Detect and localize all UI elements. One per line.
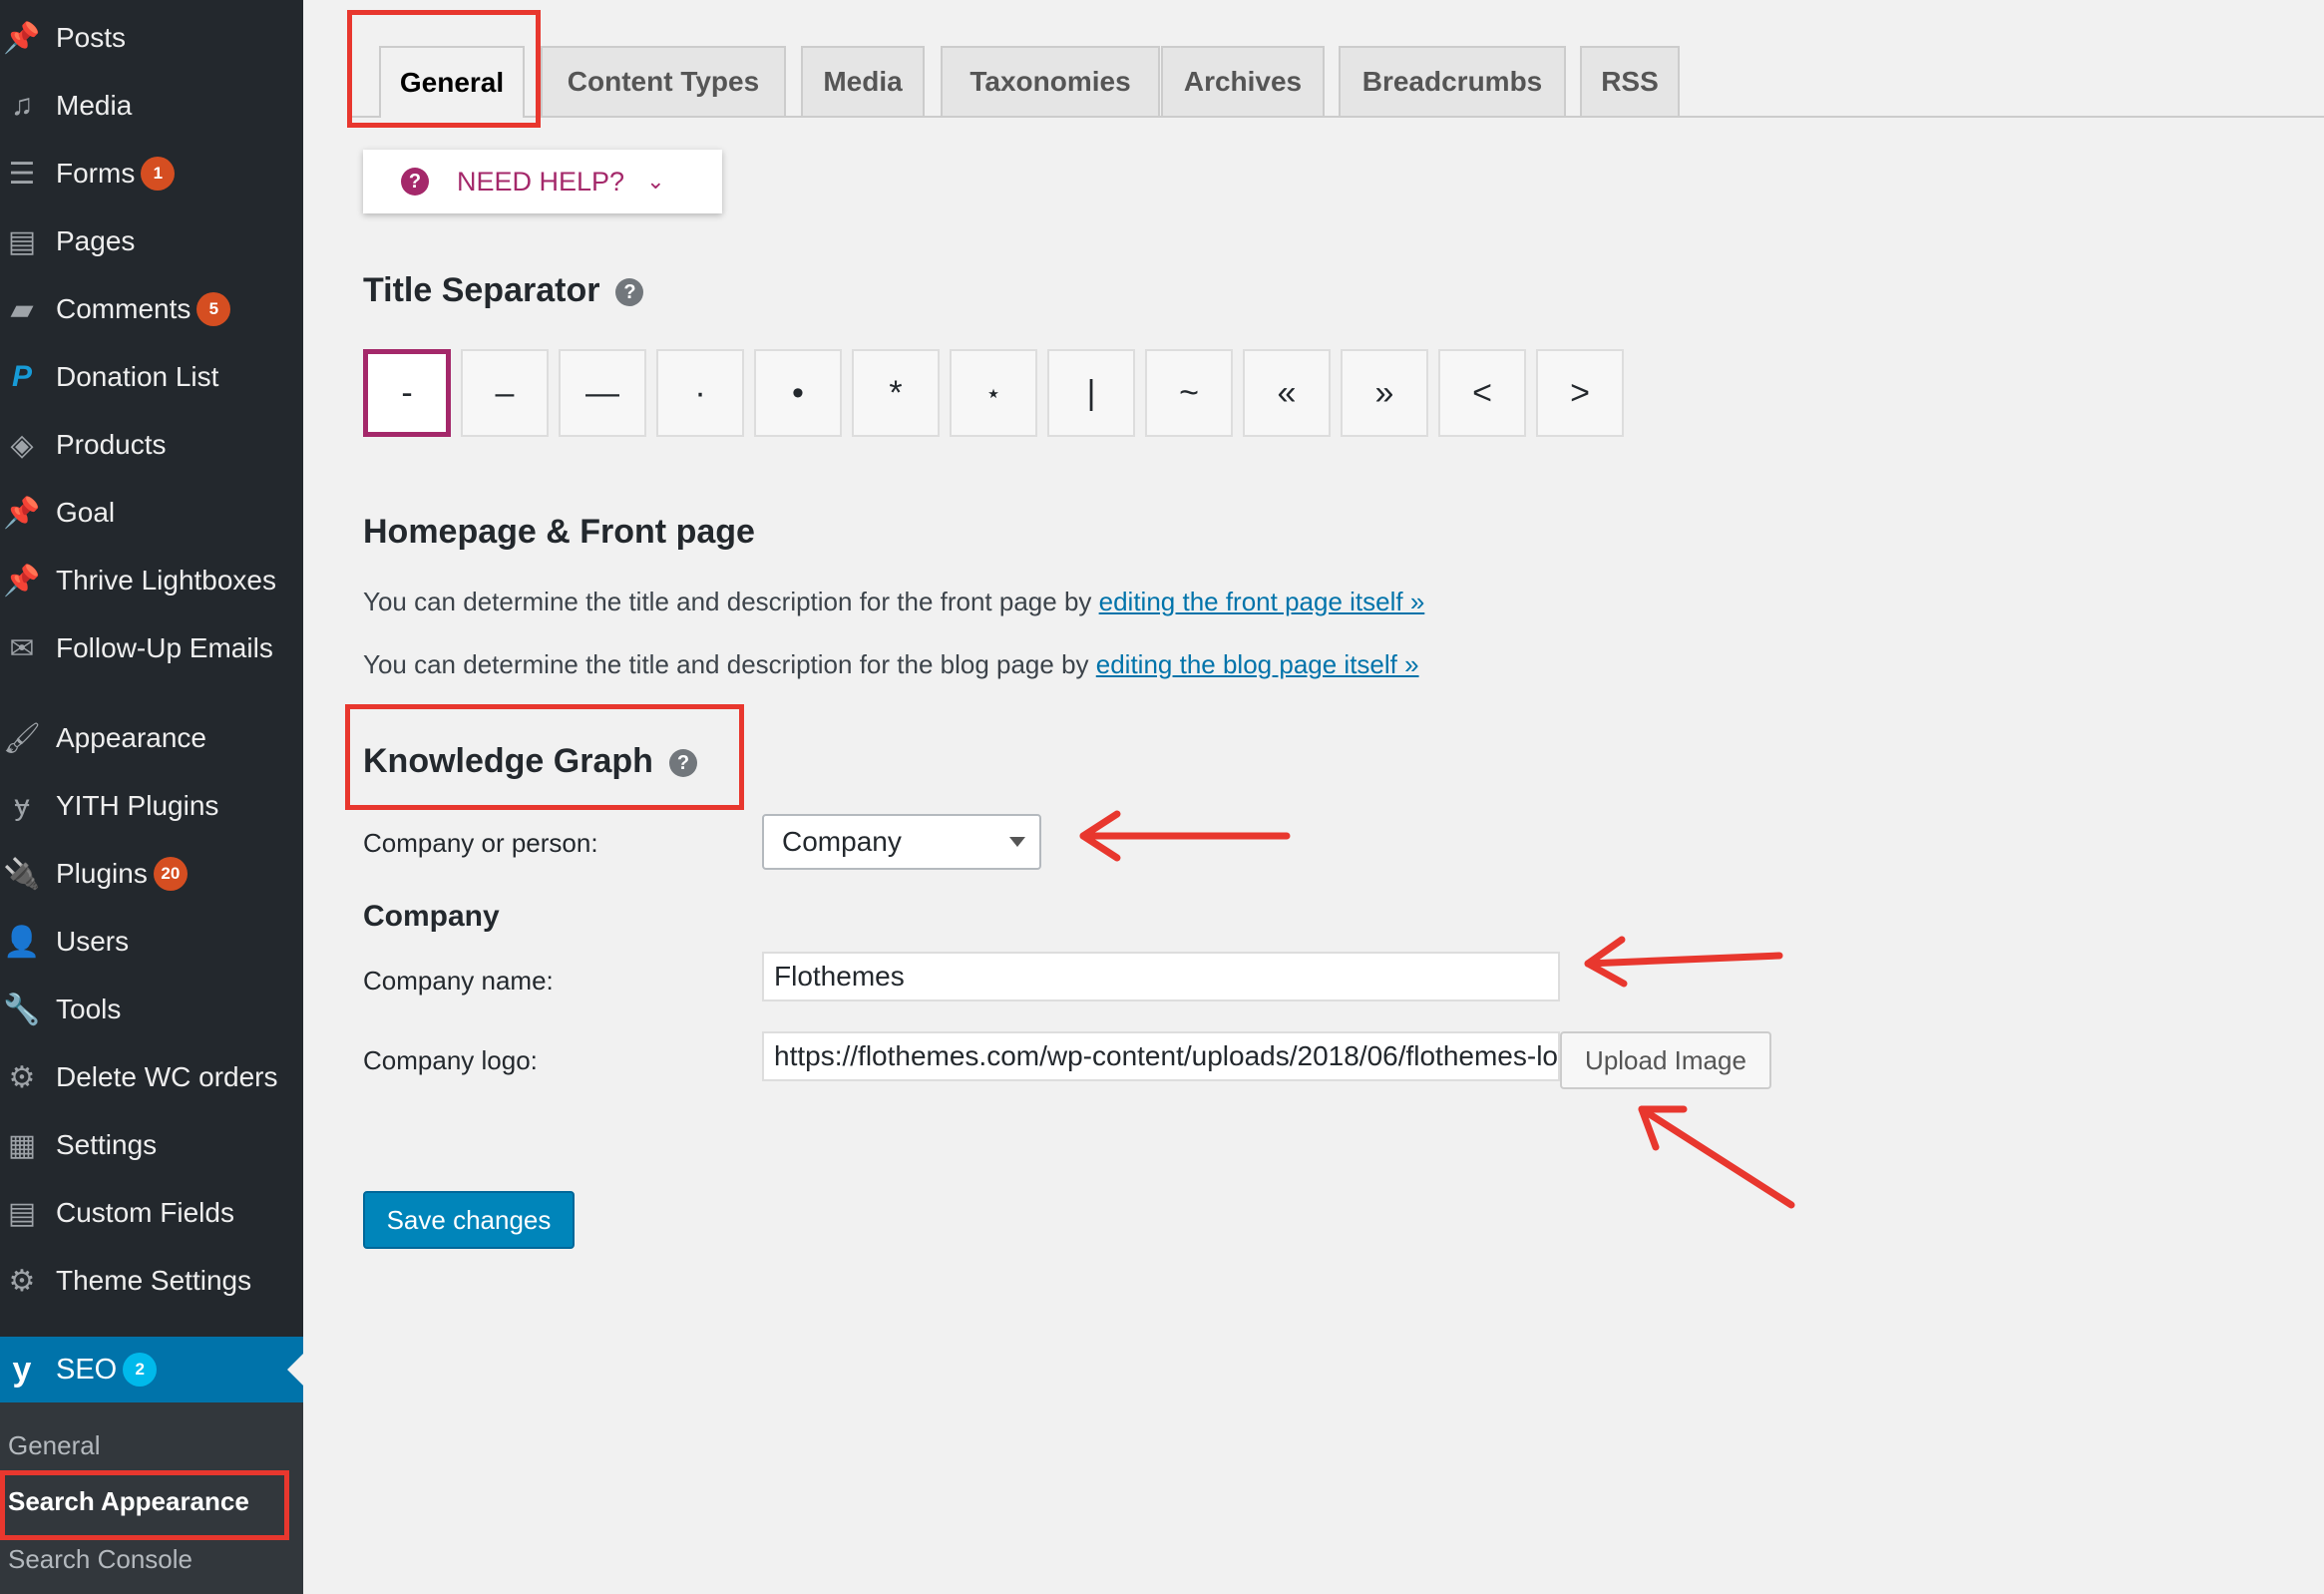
arrow-upload-image — [1638, 1105, 1795, 1209]
annotation-arrows — [1079, 810, 1795, 1209]
arrow-company-name — [1584, 952, 1783, 968]
